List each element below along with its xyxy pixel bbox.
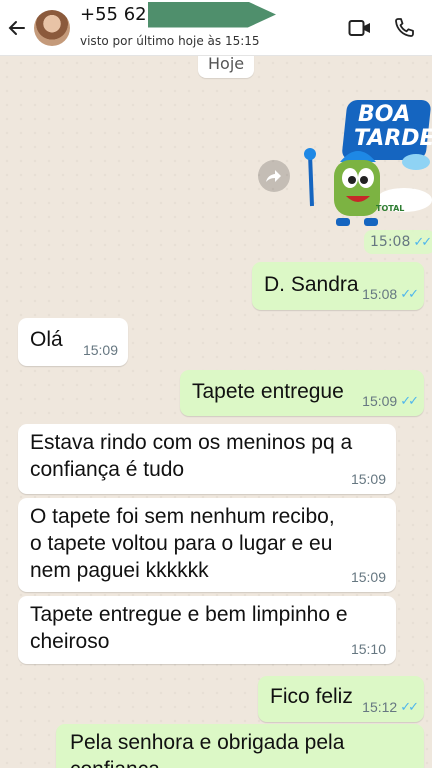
message-time: 15:09 bbox=[350, 569, 386, 585]
sticker-timestamp: 15:08 ✓✓ bbox=[364, 230, 432, 254]
text-line: o tapete voltou para o lugar e eu bbox=[30, 531, 333, 555]
arrow-left-icon bbox=[8, 20, 25, 35]
sticker-text-line2: TARDE! bbox=[354, 126, 432, 151]
text-line: nem paguei kkkkkk bbox=[30, 558, 209, 582]
message-bubble[interactable]: O tapete foi sem nenhum recibo, o tapete… bbox=[18, 498, 396, 592]
message-bubble[interactable]: D. Sandra 15:08 ✓✓ bbox=[252, 262, 424, 310]
text-line: O tapete foi sem nenhum recibo, bbox=[30, 505, 335, 528]
double-check-icon: ✓✓ bbox=[400, 286, 419, 301]
message-time: 15:09 bbox=[350, 471, 386, 487]
voice-call-button[interactable] bbox=[382, 0, 426, 56]
sticker-brand: TOTAL bbox=[376, 204, 405, 213]
double-check-icon: ✓✓ bbox=[400, 393, 419, 408]
avatar[interactable] bbox=[34, 9, 70, 46]
contact-name: +55 62 bbox=[80, 3, 147, 25]
text-line: Pela senhora e obrigada pela bbox=[70, 731, 345, 754]
message-time: 15:09 bbox=[362, 393, 398, 409]
message-text: Olá bbox=[30, 328, 63, 351]
message-text: D. Sandra bbox=[264, 273, 359, 296]
text-line: cheiroso bbox=[30, 629, 110, 653]
date-chip: Hoje bbox=[198, 56, 255, 78]
message-text: Tapete entregue bbox=[192, 380, 344, 403]
phone-icon bbox=[395, 17, 414, 37]
chat-header: +55 62 visto por último hoje às 15:15 bbox=[0, 0, 432, 56]
message-time: 15:08 bbox=[370, 234, 411, 250]
message-bubble[interactable]: Olá 15:09 bbox=[18, 318, 128, 366]
message-bubble[interactable]: Tapete entregue e bem limpinho e cheiros… bbox=[18, 596, 396, 664]
text-line: Estava rindo com os meninos pq a bbox=[30, 431, 353, 454]
message-bubble[interactable]: Fico feliz 15:12 ✓✓ bbox=[258, 676, 424, 722]
video-call-button[interactable] bbox=[338, 0, 382, 56]
last-seen-status: visto por último hoje às 15:15 bbox=[80, 33, 260, 48]
forward-button[interactable] bbox=[258, 160, 290, 192]
message-bubble[interactable]: Pela senhora e obrigada pela confiança bbox=[56, 724, 424, 768]
message-text: Tapete entregue e bem limpinho e cheiros… bbox=[30, 602, 348, 656]
forward-icon bbox=[266, 170, 281, 182]
redaction-mark bbox=[148, 1, 276, 28]
message-text: O tapete foi sem nenhum recibo, o tapete… bbox=[30, 504, 335, 585]
message-time: 15:08 bbox=[362, 286, 398, 302]
text-line: confiança é tudo bbox=[30, 457, 185, 481]
double-check-icon: ✓✓ bbox=[400, 699, 419, 714]
contact-info[interactable]: +55 62 visto por último hoje às 15:15 bbox=[80, 0, 338, 56]
message-time: 15:12 bbox=[362, 699, 398, 715]
double-check-icon: ✓✓ bbox=[413, 234, 432, 250]
text-line: confiança bbox=[70, 757, 344, 768]
sticker-text-line1: BOA bbox=[358, 102, 411, 127]
back-button[interactable] bbox=[2, 0, 32, 56]
message-text: Estava rindo com os meninos pq a confian… bbox=[30, 430, 352, 484]
message-text: Pela senhora e obrigada pela confiança bbox=[70, 730, 344, 768]
message-list[interactable]: Hoje BOA TARDE! TOTAL 15:08 ✓✓ bbox=[0, 56, 432, 768]
message-bubble[interactable]: Tapete entregue 15:09 ✓✓ bbox=[180, 370, 424, 416]
message-text: Fico feliz bbox=[270, 685, 353, 708]
video-camera-icon bbox=[348, 19, 370, 36]
message-bubble[interactable]: Estava rindo com os meninos pq a confian… bbox=[18, 424, 396, 494]
message-time: 15:09 bbox=[82, 342, 118, 358]
sticker-boa-tarde[interactable]: BOA TARDE! TOTAL bbox=[300, 96, 432, 228]
message-time: 15:10 bbox=[350, 641, 386, 657]
text-line: Tapete entregue e bem limpinho e bbox=[30, 603, 348, 626]
